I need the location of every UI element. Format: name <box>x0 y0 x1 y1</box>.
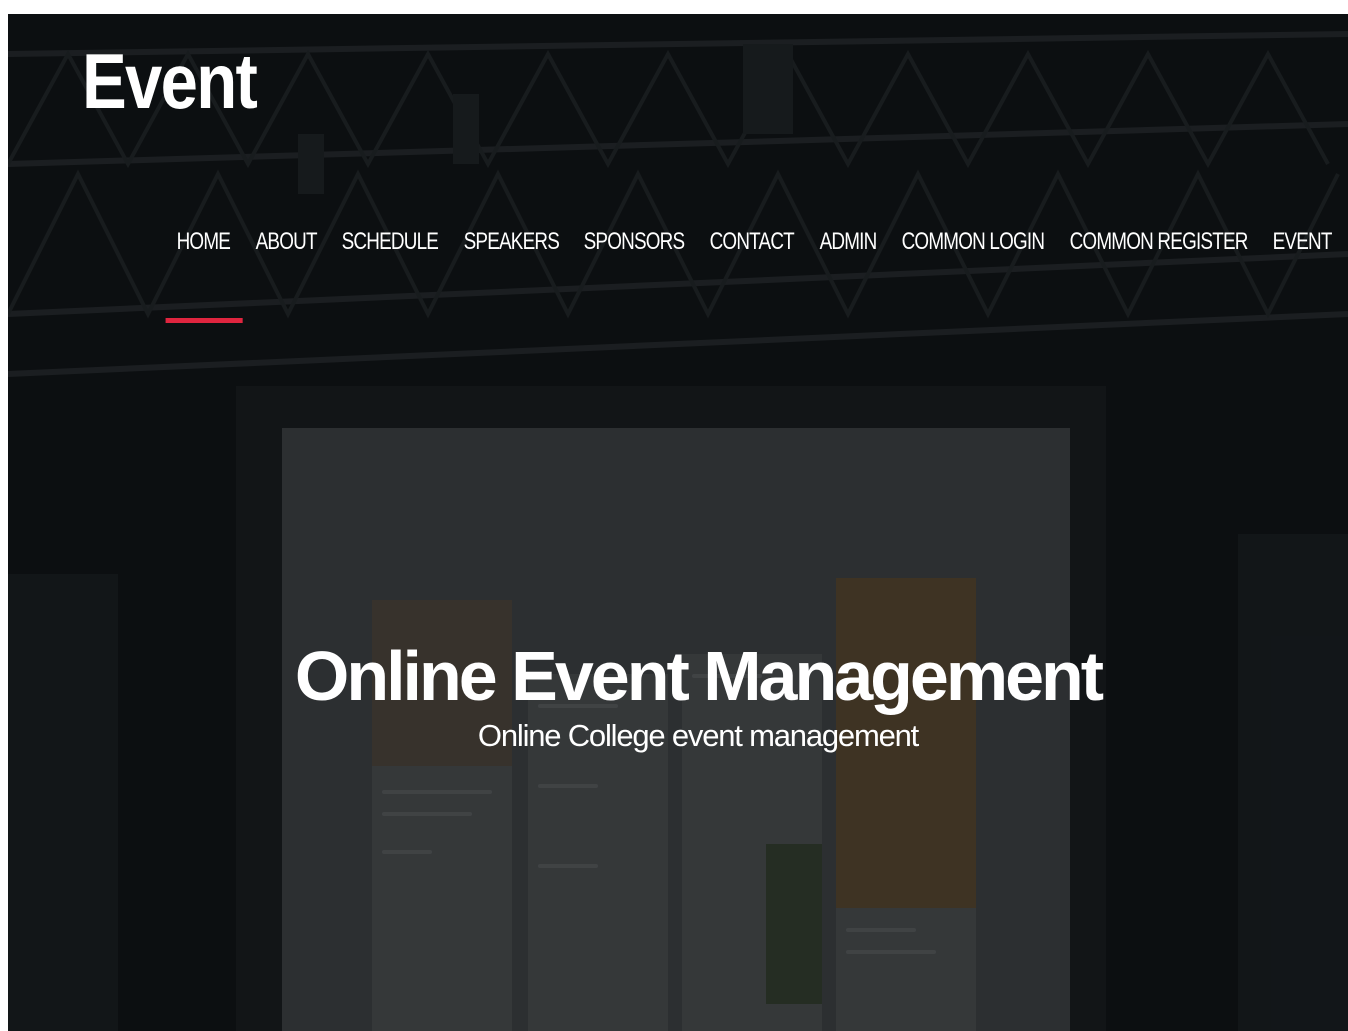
nav-item-sponsors[interactable]: SPONSORS <box>571 220 697 256</box>
nav-item-contact[interactable]: CONTACT <box>697 220 807 256</box>
nav-item-speakers[interactable]: SPEAKERS <box>451 220 572 256</box>
nav-item-common-register[interactable]: COMMON REGISTER <box>1057 220 1260 256</box>
nav-item-about[interactable]: ABOUT <box>243 220 329 256</box>
nav-item-common-login[interactable]: COMMON LOGIN <box>889 220 1057 256</box>
hero-section: Event HOME ABOUT SCHEDULE SPEAKERS SPONS… <box>8 14 1348 1031</box>
hero-subtitle: Online College event management <box>477 718 919 753</box>
site-logo[interactable]: Event <box>82 42 258 120</box>
nav-item-admin[interactable]: ADMIN <box>807 220 889 256</box>
hero-title: Online Event Management <box>294 636 1104 715</box>
hero-background-image <box>8 14 1348 1031</box>
nav-item-home[interactable]: HOME <box>164 220 243 323</box>
nav-item-schedule[interactable]: SCHEDULE <box>329 220 451 256</box>
background-dim-overlay <box>8 14 1348 1031</box>
main-navigation: HOME ABOUT SCHEDULE SPEAKERS SPONSORS CO… <box>164 220 1348 323</box>
nav-item-event[interactable]: EVENT <box>1260 220 1344 256</box>
